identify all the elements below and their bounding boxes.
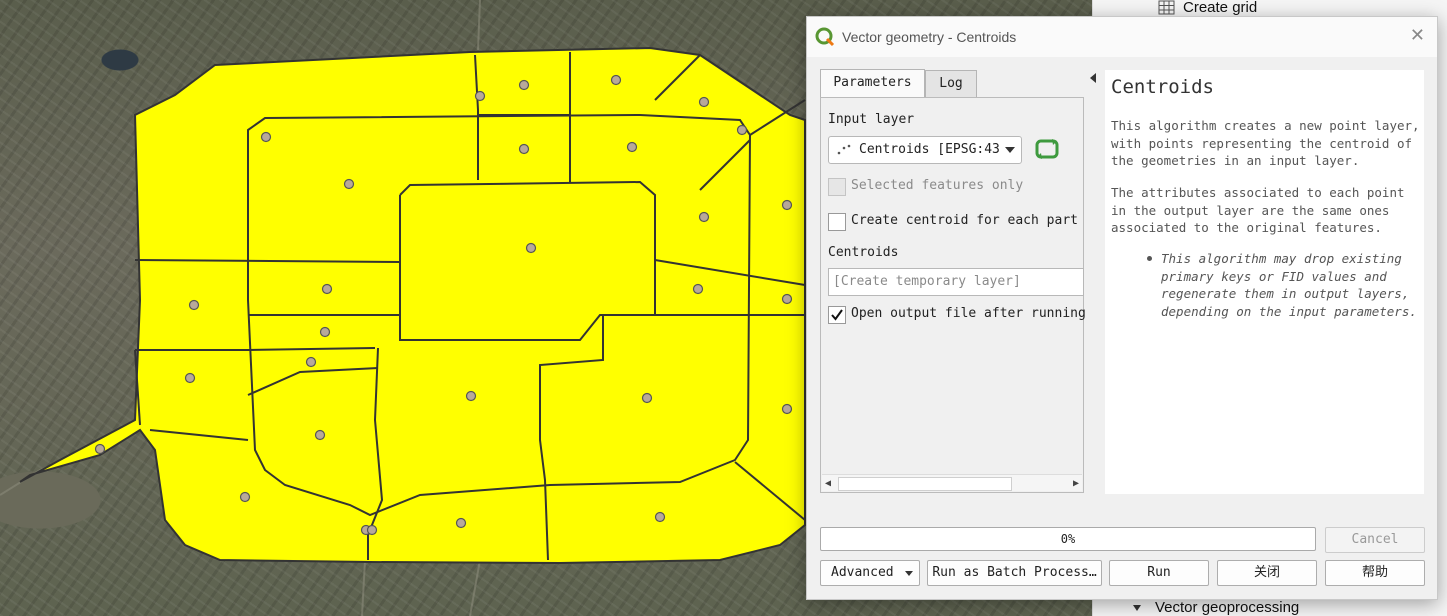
scroll-thumb[interactable]: [838, 477, 1012, 491]
help-button[interactable]: 帮助: [1325, 560, 1425, 586]
advanced-button[interactable]: Advanced: [820, 560, 920, 586]
dialog-title: Vector geometry - Centroids: [842, 29, 1017, 45]
scroll-right-icon[interactable]: ▶: [1073, 478, 1079, 489]
tab-parameters[interactable]: Parameters: [820, 69, 925, 98]
cancel-button[interactable]: Cancel: [1325, 527, 1425, 553]
output-field[interactable]: [Create temporary layer]: [828, 268, 1084, 296]
chevron-down-icon: [1005, 147, 1015, 153]
input-layer-combo[interactable]: Centroids [EPSG:43: [828, 136, 1022, 164]
input-layer-value: Centroids [EPSG:43: [859, 142, 999, 157]
parameters-panel: Input layer Centroids [EPSG:43 Selected …: [820, 97, 1086, 493]
bullet-icon: [1147, 256, 1152, 261]
centroid-each-part-checkbox[interactable]: [828, 213, 846, 231]
qgis-logo-icon: [815, 27, 835, 47]
point-layer-icon: [837, 144, 851, 155]
help-paragraph-1: This algorithm creates a new point layer…: [1111, 118, 1420, 168]
progress-bar: 0%: [820, 527, 1316, 551]
advanced-label: Advanced: [831, 565, 894, 580]
expand-arrow-icon: [1133, 605, 1141, 611]
input-layer-label: Input layer: [828, 112, 915, 127]
help-panel: Centroids This algorithm creates a new p…: [1105, 70, 1424, 494]
batch-process-button[interactable]: Run as Batch Process…: [927, 560, 1102, 586]
dialog-titlebar[interactable]: Vector geometry - Centroids ✕: [807, 17, 1437, 57]
grid-icon: [1158, 0, 1175, 15]
selected-features-checkbox[interactable]: [828, 178, 846, 196]
output-label: Centroids: [828, 245, 899, 260]
iterate-icon[interactable]: [1034, 137, 1060, 161]
close-button[interactable]: 关闭: [1217, 560, 1317, 586]
vector-geoprocessing-label: Vector geoprocessing: [1155, 599, 1300, 616]
output-placeholder: [Create temporary layer]: [833, 274, 1021, 289]
tab-log[interactable]: Log: [925, 70, 977, 97]
close-icon[interactable]: ✕: [1410, 25, 1425, 46]
create-grid-label: Create grid: [1183, 0, 1258, 16]
centroid-each-part-label: Create centroid for each part: [851, 213, 1078, 228]
help-note: This algorithm may drop existing primary…: [1161, 251, 1417, 319]
open-output-label: Open output file after running: [851, 306, 1086, 321]
help-title: Centroids: [1111, 76, 1214, 98]
help-paragraph-2: The attributes associated to each point …: [1111, 185, 1405, 235]
scroll-left-icon[interactable]: ◀: [825, 478, 831, 489]
collapse-help-icon[interactable]: [1090, 73, 1096, 83]
chevron-down-icon: [905, 571, 913, 576]
selected-features-label: Selected features only: [851, 178, 1024, 193]
run-button[interactable]: Run: [1109, 560, 1209, 586]
open-output-checkbox[interactable]: [828, 306, 846, 324]
horizontal-scrollbar[interactable]: ◀ ▶: [822, 474, 1082, 491]
checkmark-icon: [831, 309, 843, 321]
centroids-dialog: Vector geometry - Centroids ✕ Parameters…: [806, 16, 1438, 600]
